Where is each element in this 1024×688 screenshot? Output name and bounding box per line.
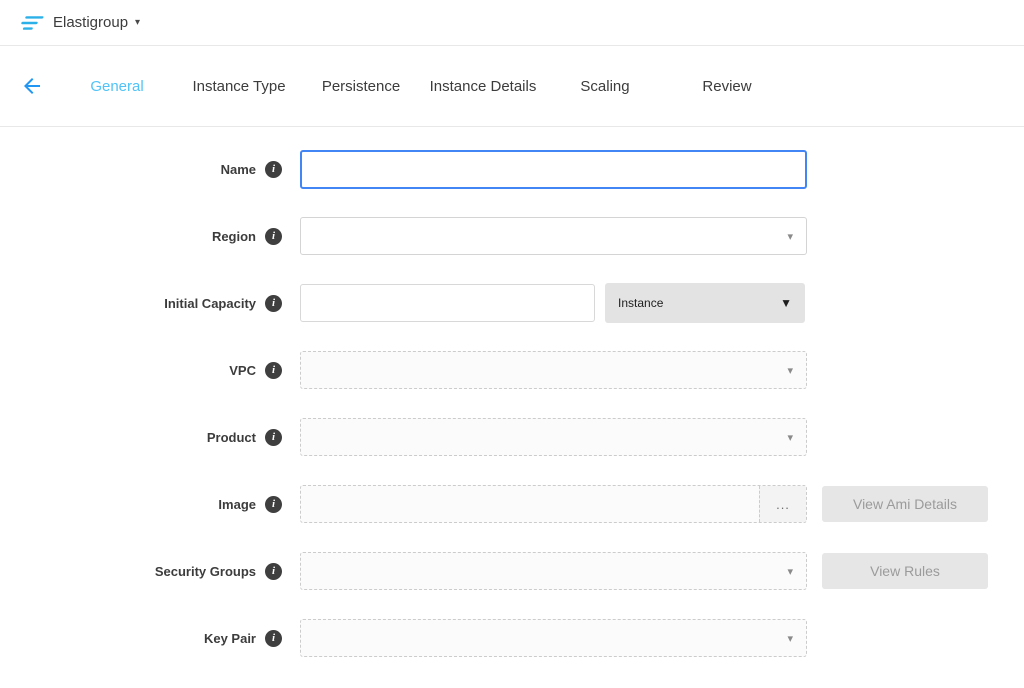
chevron-down-icon[interactable]: ▾: [135, 17, 140, 28]
vpc-select[interactable]: ▾: [300, 351, 807, 389]
product-row: Product i ▾: [0, 417, 1024, 457]
tab-general[interactable]: General: [56, 78, 178, 95]
security-groups-select[interactable]: ▾: [300, 552, 807, 590]
elastigroup-logo-icon: [18, 13, 44, 33]
name-input[interactable]: [300, 150, 807, 189]
region-row: Region i ▾: [0, 216, 1024, 256]
image-label: Image: [218, 497, 256, 512]
security-groups-row: Security Groups i ▾ View Rules: [0, 551, 1024, 591]
info-icon[interactable]: i: [265, 228, 282, 245]
chevron-down-icon: ▾: [787, 364, 793, 377]
region-select[interactable]: ▾: [300, 217, 807, 255]
tab-instance-type[interactable]: Instance Type: [178, 78, 300, 95]
dropdown-caret-icon: ▼: [780, 296, 792, 310]
tab-persistence[interactable]: Persistence: [300, 78, 422, 95]
info-icon[interactable]: i: [265, 161, 282, 178]
initial-capacity-input[interactable]: [300, 284, 595, 322]
image-browse-button[interactable]: ...: [759, 486, 806, 522]
product-label: Product: [207, 430, 256, 445]
vpc-row: VPC i ▾: [0, 350, 1024, 390]
tab-scaling[interactable]: Scaling: [544, 78, 666, 95]
info-icon[interactable]: i: [265, 295, 282, 312]
info-icon[interactable]: i: [265, 630, 282, 647]
top-bar: Elastigroup ▾: [0, 0, 1024, 46]
capacity-unit-select[interactable]: Instance ▼: [605, 283, 805, 323]
key-pair-select[interactable]: ▾: [300, 619, 807, 657]
image-row: Image i ... View Ami Details: [0, 484, 1024, 524]
chevron-down-icon: ▾: [787, 230, 793, 243]
chevron-down-icon: ▾: [787, 565, 793, 578]
view-rules-button[interactable]: View Rules: [822, 553, 988, 589]
tab-instance-details[interactable]: Instance Details: [422, 78, 544, 95]
app-switcher[interactable]: Elastigroup: [53, 14, 128, 31]
back-arrow-icon[interactable]: [20, 74, 44, 98]
info-icon[interactable]: i: [265, 362, 282, 379]
wizard-tab-bar: General Instance Type Persistence Instan…: [0, 46, 1024, 127]
view-ami-details-button[interactable]: View Ami Details: [822, 486, 988, 522]
tabs: General Instance Type Persistence Instan…: [56, 78, 788, 95]
tab-review[interactable]: Review: [666, 78, 788, 95]
chevron-down-icon: ▾: [787, 632, 793, 645]
image-input[interactable]: [301, 486, 759, 522]
info-icon[interactable]: i: [265, 429, 282, 446]
info-icon[interactable]: i: [265, 563, 282, 580]
chevron-down-icon: ▾: [787, 431, 793, 444]
name-row: Name i: [0, 149, 1024, 189]
initial-capacity-row: Initial Capacity i Instance ▼: [0, 283, 1024, 323]
key-pair-row: Key Pair i ▾: [0, 618, 1024, 658]
security-groups-label: Security Groups: [155, 564, 256, 579]
region-label: Region: [212, 229, 256, 244]
image-field-group: ...: [300, 485, 807, 523]
initial-capacity-label: Initial Capacity: [164, 296, 256, 311]
capacity-unit-value: Instance: [618, 296, 663, 310]
name-label: Name: [221, 162, 256, 177]
general-form: Name i Region i ▾ Initial Capacity i Ins: [0, 127, 1024, 658]
product-select[interactable]: ▾: [300, 418, 807, 456]
key-pair-label: Key Pair: [204, 631, 256, 646]
vpc-label: VPC: [229, 363, 256, 378]
info-icon[interactable]: i: [265, 496, 282, 513]
